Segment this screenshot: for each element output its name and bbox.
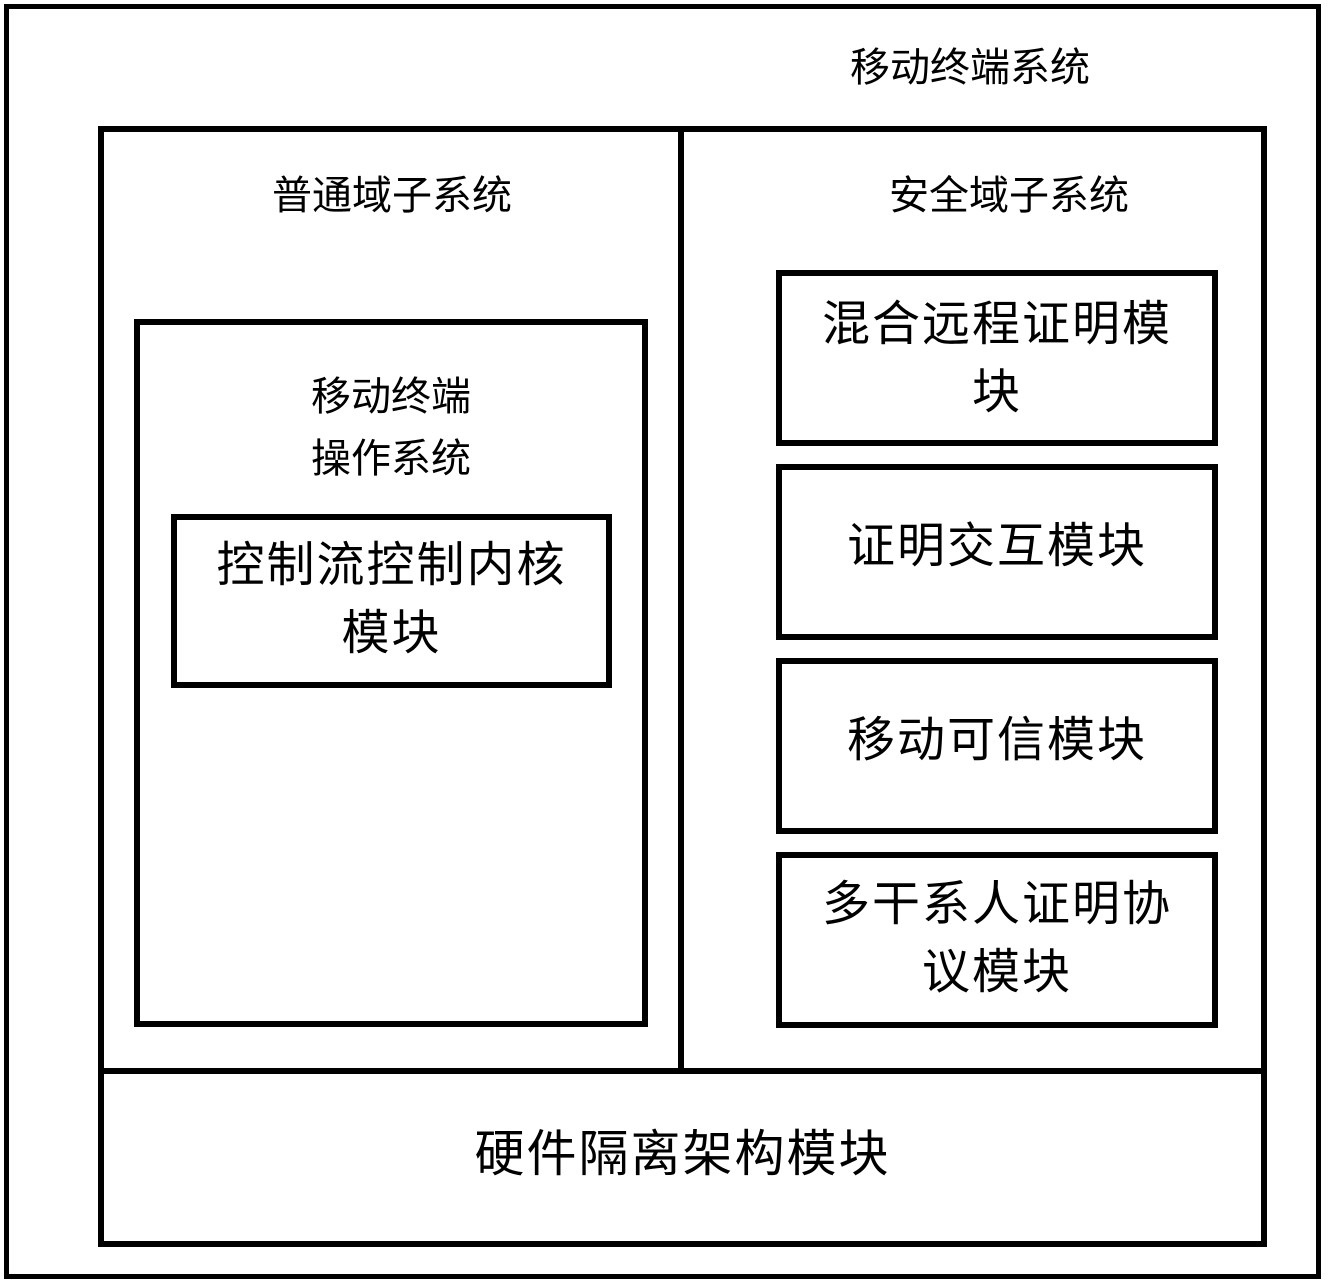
mobile-os-title: 移动终端 操作系统 — [311, 374, 471, 482]
hardware-isolation-architecture-module-label: 硬件隔离架构模块 — [474, 1125, 891, 1183]
normal-domain-title: 普通域子系统 — [272, 173, 512, 219]
mobile-trusted-module-label: 移动可信模块 — [846, 712, 1147, 768]
mobile-terminal-system-title: 移动终端系统 — [850, 45, 1090, 91]
hybrid-remote-attestation-module-label: 混合远程证明模 块 — [821, 296, 1172, 420]
domain-divider — [678, 130, 684, 1072]
attestation-interaction-module-label: 证明交互模块 — [846, 518, 1147, 574]
multi-stakeholder-attestation-protocol-module-label: 多干系人证明协 议模块 — [821, 876, 1172, 1000]
control-flow-kernel-module-label: 控制流控制内核 模块 — [216, 537, 567, 661]
secure-domain-title: 安全域子系统 — [889, 173, 1129, 219]
hardware-divider — [100, 1068, 1265, 1074]
